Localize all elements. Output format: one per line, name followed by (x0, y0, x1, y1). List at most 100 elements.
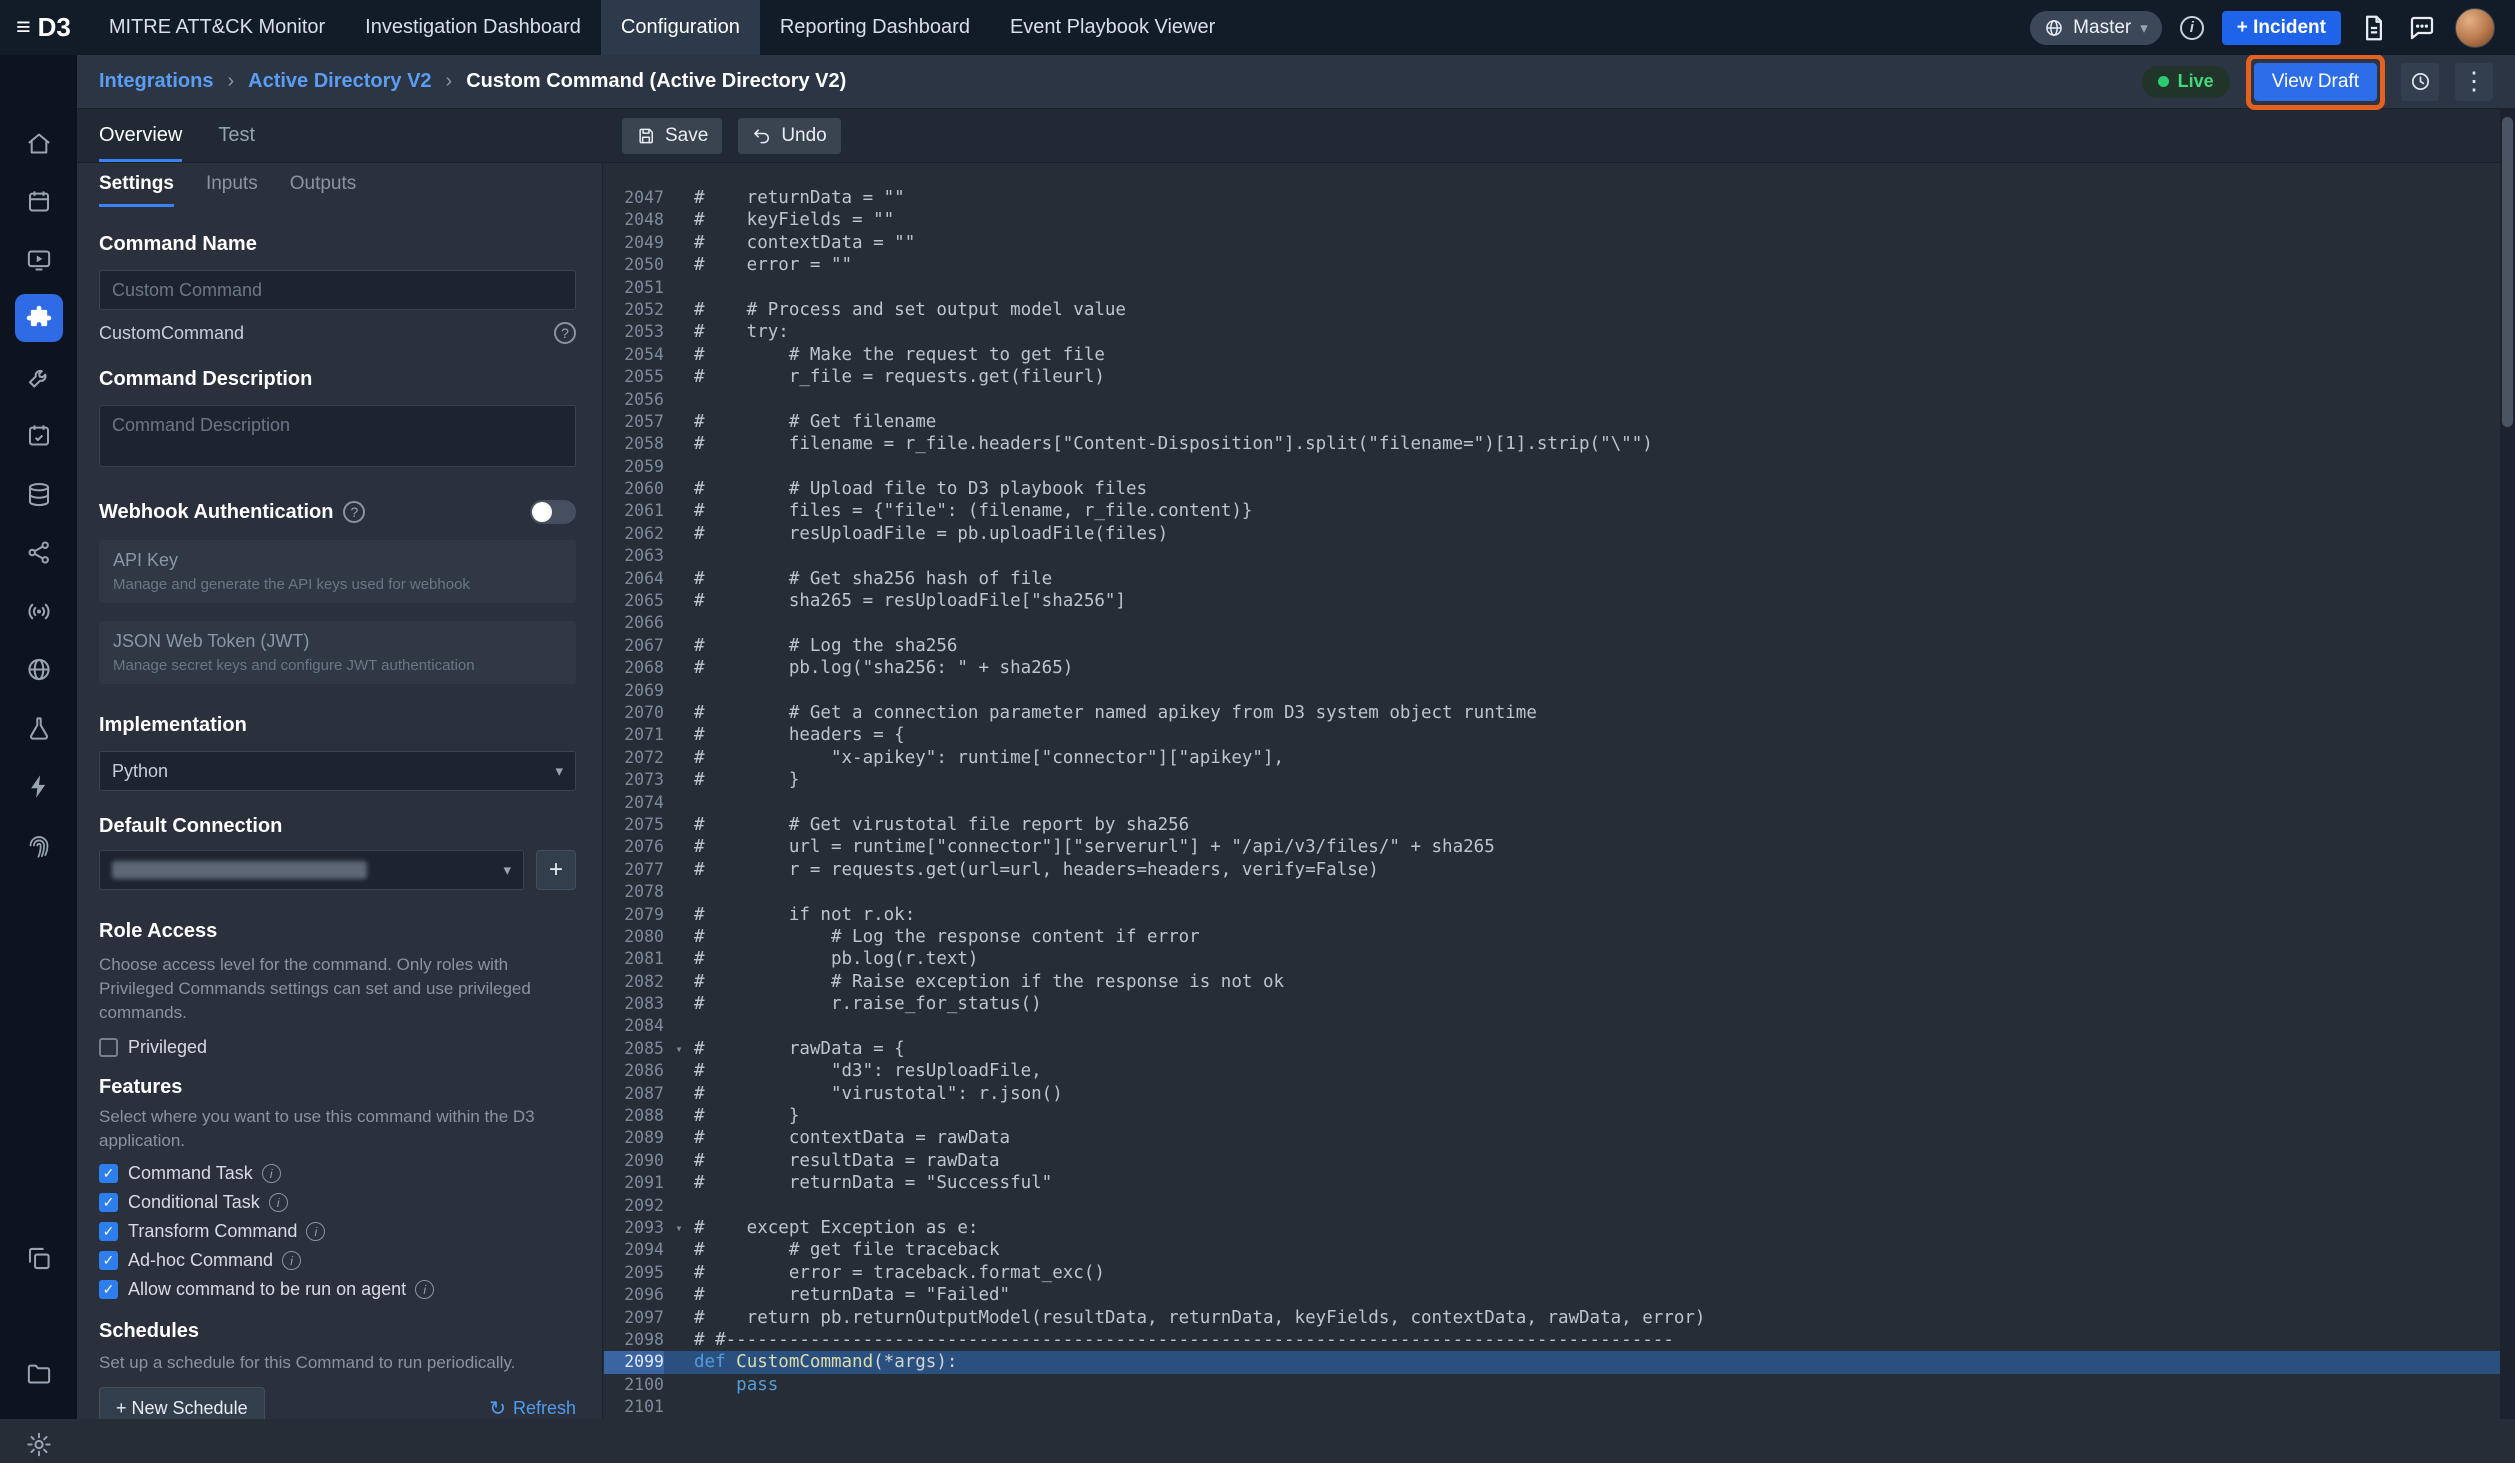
code-line[interactable]: 2081# pb.log(r.text) (604, 948, 2500, 970)
nav-reporting-dashboard[interactable]: Reporting Dashboard (760, 0, 990, 55)
undo-button[interactable]: Undo (738, 118, 840, 154)
tab-inputs[interactable]: Inputs (206, 173, 258, 207)
code-line[interactable]: 2087# "virustotal": r.json() (604, 1083, 2500, 1105)
command-name-input[interactable] (99, 270, 576, 310)
fold-marker-icon[interactable]: ▾ (664, 1038, 694, 1060)
gear-icon[interactable] (25, 1431, 52, 1458)
nav-event-playbook-viewer[interactable]: Event Playbook Viewer (990, 0, 1235, 55)
checkbox-checked-icon[interactable]: ✓ (99, 1164, 118, 1183)
checkbox-checked-icon[interactable]: ✓ (99, 1222, 118, 1241)
info-icon[interactable]: i (415, 1280, 434, 1299)
checkbox-unchecked-icon[interactable] (99, 1038, 118, 1057)
nav-configuration[interactable]: Configuration (601, 0, 760, 55)
info-icon[interactable]: i (282, 1251, 301, 1270)
new-schedule-button[interactable]: + New Schedule (99, 1387, 265, 1419)
code-line[interactable]: 2052# # Process and set output model val… (604, 299, 2500, 321)
code-line[interactable]: 2096# returnData = "Failed" (604, 1284, 2500, 1306)
code-line[interactable]: 2099def CustomCommand(*args): (604, 1351, 2500, 1373)
playbook-monitor-icon[interactable] (25, 247, 52, 274)
feature-command-task[interactable]: ✓ Command Task i (99, 1163, 576, 1184)
code-line[interactable]: 2079# if not r.ok: (604, 904, 2500, 926)
vertical-scrollbar[interactable] (2500, 109, 2515, 1419)
home-icon[interactable] (25, 130, 52, 157)
schedule-calendar-icon[interactable] (25, 422, 52, 449)
tab-outputs[interactable]: Outputs (290, 173, 357, 207)
tab-settings[interactable]: Settings (99, 173, 174, 207)
code-line[interactable]: 2048# keyFields = "" (604, 209, 2500, 231)
version-history-button[interactable] (2401, 63, 2439, 101)
breadcrumb-integrations[interactable]: Integrations (99, 70, 213, 93)
feature-transform-command[interactable]: ✓ Transform Command i (99, 1221, 576, 1242)
save-button[interactable]: Save (622, 118, 722, 154)
user-avatar[interactable] (2455, 8, 2495, 48)
code-line[interactable]: 2050# error = "" (604, 254, 2500, 276)
feature-conditional-task[interactable]: ✓ Conditional Task i (99, 1192, 576, 1213)
implementation-select[interactable]: Python ▾ (99, 751, 576, 791)
code-line[interactable]: 2060# # Upload file to D3 playbook files (604, 478, 2500, 500)
code-line[interactable]: 2069 (604, 680, 2500, 702)
fingerprint-icon[interactable] (25, 832, 52, 859)
code-line[interactable]: 2097# return pb.returnOutputModel(result… (604, 1307, 2500, 1329)
code-line[interactable]: 2084 (604, 1015, 2500, 1037)
help-icon[interactable]: ? (343, 501, 365, 523)
info-icon[interactable]: i (262, 1164, 281, 1183)
code-line[interactable]: 2055# r_file = requests.get(fileurl) (604, 366, 2500, 388)
info-icon[interactable]: i (2180, 16, 2204, 40)
code-line[interactable]: 2057# # Get filename (604, 411, 2500, 433)
more-options-button[interactable]: ⋮ (2455, 63, 2493, 101)
command-description-input[interactable] (99, 405, 576, 467)
code-line[interactable]: 2061# files = {"file": (filename, r_file… (604, 500, 2500, 522)
code-line[interactable]: 2100 pass (604, 1374, 2500, 1396)
checkbox-checked-icon[interactable]: ✓ (99, 1193, 118, 1212)
code-line[interactable]: 2095# error = traceback.format_exc() (604, 1262, 2500, 1284)
code-line[interactable]: 2088# } (604, 1105, 2500, 1127)
tab-test[interactable]: Test (218, 109, 255, 162)
connections-share-icon[interactable] (25, 539, 52, 566)
privileged-checkbox-row[interactable]: Privileged (99, 1037, 576, 1058)
master-dropdown[interactable]: Master ▾ (2030, 11, 2162, 45)
chat-icon[interactable] (2407, 13, 2437, 43)
code-line[interactable]: 2051 (604, 277, 2500, 299)
code-line[interactable]: 2080# # Log the response content if erro… (604, 926, 2500, 948)
new-incident-button[interactable]: + Incident (2222, 11, 2341, 45)
code-line[interactable]: 2064# # Get sha256 hash of file (604, 568, 2500, 590)
code-line[interactable]: 2065# sha265 = resUploadFile["sha256"] (604, 590, 2500, 612)
code-line[interactable]: 2101 (604, 1396, 2500, 1418)
database-icon[interactable] (25, 481, 52, 508)
code-line[interactable]: 2059 (604, 456, 2500, 478)
code-line[interactable]: 2071# headers = { (604, 724, 2500, 746)
d3-logo[interactable]: ≡ D3 (0, 12, 89, 43)
nav-investigation-dashboard[interactable]: Investigation Dashboard (345, 0, 601, 55)
checkbox-checked-icon[interactable]: ✓ (99, 1251, 118, 1270)
code-line[interactable]: 2063 (604, 545, 2500, 567)
code-line[interactable]: 2092 (604, 1195, 2500, 1217)
code-line[interactable]: 2082# # Raise exception if the response … (604, 971, 2500, 993)
code-line[interactable]: 2086# "d3": resUploadFile, (604, 1060, 2500, 1082)
flask-icon[interactable] (25, 715, 52, 742)
view-draft-button[interactable]: View Draft (2254, 63, 2377, 101)
code-line[interactable]: 2083# r.raise_for_status() (604, 993, 2500, 1015)
code-line[interactable]: 2067# # Log the sha256 (604, 635, 2500, 657)
utilities-tools-icon[interactable] (25, 364, 52, 391)
help-icon[interactable]: ? (554, 322, 576, 344)
code-line[interactable]: 2073# } (604, 769, 2500, 791)
feature-run-on-agent[interactable]: ✓ Allow command to be run on agent i (99, 1279, 576, 1300)
scrollbar-thumb[interactable] (2502, 117, 2513, 427)
webhook-auth-toggle[interactable] (530, 500, 576, 524)
code-line[interactable]: 2062# resUploadFile = pb.uploadFile(file… (604, 523, 2500, 545)
breadcrumb-active-directory[interactable]: Active Directory V2 (248, 70, 431, 93)
code-line[interactable]: 2047# returnData = "" (604, 187, 2500, 209)
code-line[interactable]: 2072# "x-apikey": runtime["connector"]["… (604, 747, 2500, 769)
code-line[interactable]: 2075# # Get virustotal file report by sh… (604, 814, 2500, 836)
code-line[interactable]: 2093▾# except Exception as e: (604, 1217, 2500, 1239)
code-line[interactable]: 2098# #---------------------------------… (604, 1329, 2500, 1351)
fold-marker-icon[interactable]: ▾ (664, 1217, 694, 1239)
code-line[interactable]: 2085▾# rawData = { (604, 1038, 2500, 1060)
copy-windows-icon[interactable] (25, 1245, 52, 1272)
code-line[interactable]: 2076# url = runtime["connector"]["server… (604, 836, 2500, 858)
code-editor[interactable]: 2047# returnData = ""2048# keyFields = "… (604, 163, 2500, 1419)
code-line[interactable]: 2053# try: (604, 321, 2500, 343)
add-connection-button[interactable]: + (536, 850, 576, 890)
tab-overview[interactable]: Overview (99, 109, 182, 162)
code-line[interactable]: 2078 (604, 881, 2500, 903)
